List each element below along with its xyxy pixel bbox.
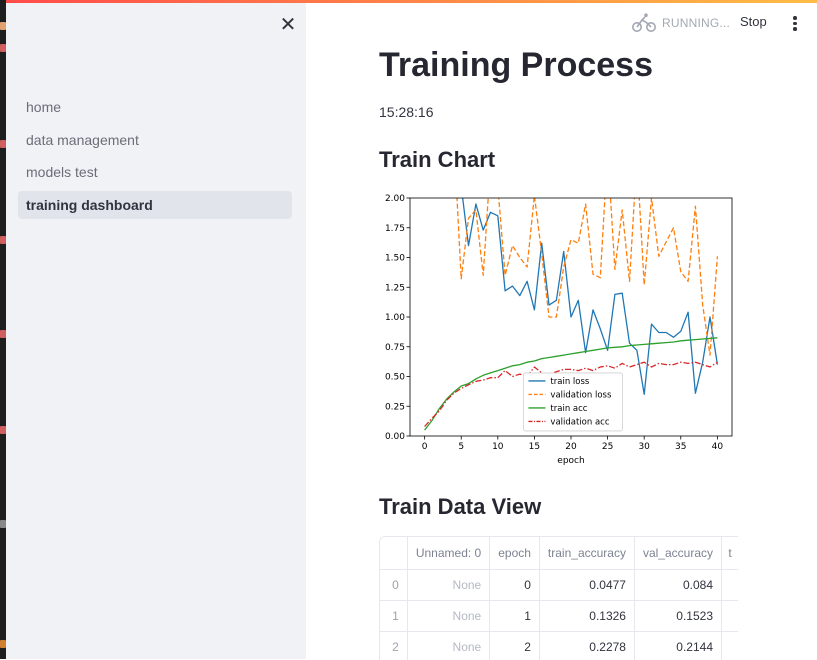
bicycle-icon — [632, 13, 656, 32]
table-cell-val-accuracy: 0.1523 — [634, 600, 723, 632]
table-cell-train-accuracy: 0.1326 — [539, 600, 635, 632]
table-cell-index: 2 — [380, 631, 408, 660]
legend-label: validation loss — [550, 390, 612, 400]
x-tick-label: 20 — [565, 442, 577, 452]
table-cell-truncated — [721, 569, 738, 601]
y-tick-label: 0.75 — [385, 343, 405, 353]
x-tick-label: 30 — [638, 442, 650, 452]
sidebar-item-training-dashboard[interactable]: training dashboard — [18, 190, 292, 219]
table-cell-val-accuracy: 0.084 — [634, 569, 723, 601]
sidebar: ✕ home data management models test train… — [6, 3, 306, 659]
y-tick-label: 0.00 — [385, 432, 405, 442]
chart-xlabel: epoch — [557, 456, 584, 466]
train-data-table[interactable]: Unnamed: 0 epoch train_accuracy val_accu… — [379, 536, 738, 660]
table-header-index[interactable] — [380, 537, 408, 570]
table-cell-epoch: 0 — [489, 569, 540, 601]
stop-button[interactable]: Stop — [740, 14, 767, 29]
table-header-epoch[interactable]: epoch — [489, 537, 540, 570]
y-tick-label: 0.50 — [385, 373, 405, 383]
legend-label: validation acc — [550, 417, 609, 427]
x-tick-label: 10 — [492, 442, 504, 452]
table-header-row: Unnamed: 0 epoch train_accuracy val_accu… — [380, 537, 738, 570]
legend-label: train loss — [550, 377, 589, 387]
x-tick-label: 25 — [602, 442, 613, 452]
table-header-val-accuracy[interactable]: val_accuracy — [634, 537, 723, 570]
table-cell-unnamed: None — [407, 569, 491, 601]
x-tick-label: 35 — [675, 442, 686, 452]
sidebar-item-models-test[interactable]: models test — [18, 158, 292, 186]
y-tick-label: 0.25 — [385, 402, 405, 412]
y-tick-label: 1.25 — [385, 283, 405, 293]
y-tick-label: 1.75 — [385, 224, 405, 234]
train-chart: 0 5 10 15 20 25 30 35 40 0.00 0.25 0.50 0.75 1.00 1.25… — [385, 194, 733, 466]
sidebar-item-data-management[interactable]: data management — [18, 126, 292, 154]
close-icon[interactable]: ✕ — [278, 15, 298, 35]
x-tick-label: 5 — [458, 442, 464, 452]
table-cell-epoch: 1 — [489, 600, 540, 632]
table-cell-unnamed: None — [407, 600, 491, 632]
table-cell-index: 0 — [380, 569, 408, 601]
legend-label: train acc — [550, 404, 587, 414]
table-header-train-accuracy[interactable]: train_accuracy — [539, 537, 635, 570]
sidebar-nav: home data management models test trainin… — [18, 93, 292, 223]
y-tick-label: 1.50 — [385, 254, 405, 264]
y-tick-label: 2.00 — [385, 194, 405, 204]
running-status: RUNNING... — [632, 12, 730, 34]
table-row: 1 None 1 0.1326 0.1523 — [380, 600, 738, 632]
table-cell-index: 1 — [380, 600, 408, 632]
x-tick-label: 40 — [712, 442, 724, 452]
table-cell-epoch: 2 — [489, 631, 540, 660]
train-chart-heading: Train Chart — [379, 147, 496, 172]
table-cell-truncated — [721, 631, 738, 660]
table-row: 2 None 2 0.2278 0.2144 — [380, 631, 738, 660]
running-status-text: RUNNING... — [662, 16, 730, 30]
timestamp: 15:28:16 — [379, 104, 434, 120]
table-header-unnamed[interactable]: Unnamed: 0 — [407, 537, 491, 570]
table-header-truncated[interactable]: t — [721, 537, 738, 570]
x-tick-label: 15 — [529, 442, 540, 452]
y-tick-label: 1.00 — [385, 313, 405, 323]
table-cell-truncated — [721, 600, 738, 632]
train-data-heading: Train Data View — [379, 494, 542, 519]
table-cell-train-accuracy: 0.0477 — [539, 569, 635, 601]
x-tick-label: 0 — [422, 442, 428, 452]
table-row: 0 None 0 0.0477 0.084 — [380, 569, 738, 601]
table-cell-val-accuracy: 0.2144 — [634, 631, 723, 660]
table-cell-train-accuracy: 0.2278 — [539, 631, 635, 660]
sidebar-item-home[interactable]: home — [18, 93, 292, 121]
table-cell-unnamed: None — [407, 631, 491, 660]
kebab-menu-icon[interactable] — [788, 13, 802, 33]
series-line-validation-loss — [456, 198, 719, 356]
page-title: Training Process — [379, 46, 653, 84]
chart-legend: train loss validation loss train acc valida… — [523, 372, 623, 432]
